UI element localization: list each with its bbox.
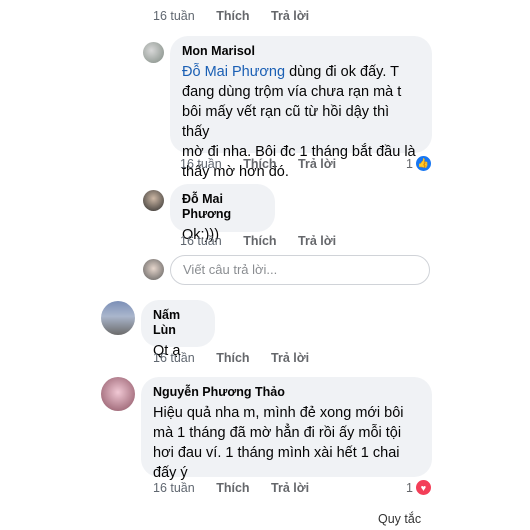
reply-link[interactable]: Trả lời	[298, 157, 336, 171]
left-margin	[0, 0, 86, 530]
comment-meta-top: 16 tuần Thích Trả lời	[153, 9, 327, 23]
like-link[interactable]: Thích	[243, 234, 276, 248]
reply-link[interactable]: Trả lời	[271, 481, 309, 495]
comment-meta: 16 tuần Thích Trả lời	[153, 481, 327, 495]
comment-bubble: Nấm Lùn Qt ạ	[141, 300, 215, 359]
avatar[interactable]	[143, 190, 164, 211]
reaction-count[interactable]: 1 👍	[406, 156, 431, 171]
comment-bubble: Đỗ Mai Phương Ok:)))	[170, 184, 275, 243]
timestamp: 16 tuần	[180, 157, 222, 171]
comment-author[interactable]: Đỗ Mai Phương	[182, 192, 263, 222]
like-link[interactable]: Thích	[216, 9, 249, 23]
timestamp: 16 tuần	[153, 351, 195, 365]
comment-meta: 16 tuần Thích Trả lời	[180, 157, 354, 171]
comment-author[interactable]: Nguyễn Phương Thảo	[153, 385, 420, 400]
like-icon: 👍	[415, 156, 431, 171]
timestamp: 16 tuần	[153, 9, 195, 23]
rules-link[interactable]: Quy tắc	[378, 512, 421, 526]
current-user-avatar	[143, 259, 164, 280]
reply-link[interactable]: Trả lời	[271, 9, 309, 23]
reply-input[interactable]: Viết câu trả lời...	[170, 255, 430, 285]
avatar[interactable]	[143, 42, 164, 63]
reaction-count[interactable]: 1 ♥	[406, 480, 431, 495]
reply-link[interactable]: Trả lời	[271, 351, 309, 365]
comment-meta: 16 tuần Thích Trả lời	[180, 234, 354, 248]
comment-text: Hiệu quả nha m, mình đẻ xong mới bôi mà …	[153, 405, 404, 481]
like-link[interactable]: Thích	[243, 157, 276, 171]
heart-icon: ♥	[415, 480, 431, 495]
timestamp: 16 tuần	[153, 481, 195, 495]
reply-link[interactable]: Trả lời	[298, 234, 336, 248]
timestamp: 16 tuần	[180, 234, 222, 248]
mention-link[interactable]: Đỗ Mai Phương	[182, 64, 285, 80]
comment-author[interactable]: Nấm Lùn	[153, 308, 203, 338]
avatar[interactable]	[101, 301, 135, 335]
comment-meta: 16 tuần Thích Trả lời	[153, 351, 327, 365]
comment-bubble: Nguyễn Phương Thảo Hiệu quả nha m, mình …	[141, 377, 432, 481]
comment-author[interactable]: Mon Marisol	[182, 44, 420, 59]
avatar[interactable]	[101, 377, 135, 411]
like-link[interactable]: Thích	[216, 351, 249, 365]
comment-bubble: Mon Marisol Đỗ Mai Phương dùng đi ok đấy…	[170, 36, 432, 180]
right-margin	[442, 0, 530, 530]
like-link[interactable]: Thích	[216, 481, 249, 495]
